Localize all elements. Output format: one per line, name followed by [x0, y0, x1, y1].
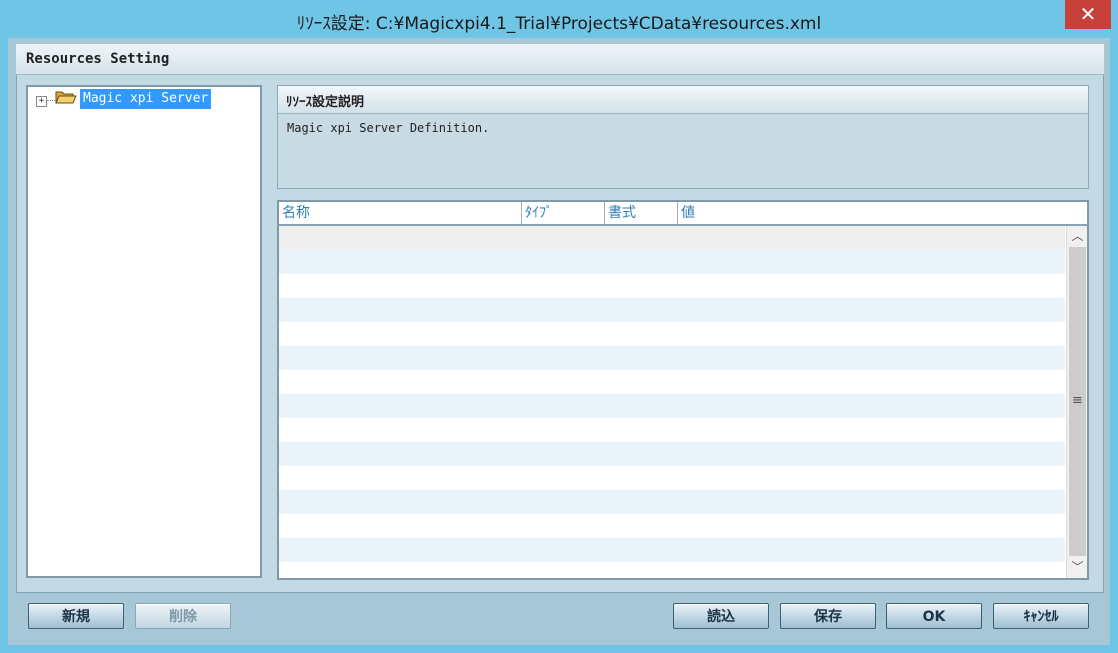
cancel-button[interactable]: ｷｬﾝｾﾙ [993, 603, 1089, 629]
section-title: Resources Setting [26, 51, 170, 67]
table-row[interactable] [279, 322, 1065, 346]
table-row[interactable] [279, 370, 1065, 394]
column-header-value[interactable]: 値 [678, 202, 1087, 224]
description-title: ﾘｿｰｽ設定説明 [286, 95, 365, 110]
scroll-thumb[interactable]: ≡ [1069, 247, 1086, 556]
tree-expand-toggle[interactable]: + [36, 96, 47, 107]
description-header: ﾘｿｰｽ設定説明 [278, 86, 1088, 114]
scroll-down-icon[interactable]: ﹀ [1067, 557, 1087, 578]
title-bar[interactable]: ﾘｿｰｽ設定: C:¥Magicxpi4.1_Trial¥Projects¥CD… [0, 0, 1118, 38]
table-row[interactable] [279, 442, 1065, 466]
load-button[interactable]: 読込 [673, 603, 769, 629]
tree-item-magic-xpi-server[interactable]: Magic xpi Server [80, 89, 212, 109]
save-button[interactable]: 保存 [780, 603, 876, 629]
table-row[interactable] [279, 490, 1065, 514]
properties-grid[interactable]: 名称 ﾀｲﾌﾟ 書式 値 ︿ ≡ ﹀ [277, 200, 1089, 580]
column-header-name[interactable]: 名称 [279, 202, 522, 224]
resource-tree[interactable]: + Magic xpi Server [26, 85, 262, 578]
section-header: Resources Setting [16, 44, 1104, 75]
tree-connector-line [47, 100, 55, 101]
column-header-type[interactable]: ﾀｲﾌﾟ [522, 202, 605, 224]
table-row[interactable] [279, 562, 1065, 578]
table-row[interactable] [279, 346, 1065, 370]
new-button[interactable]: 新規 [28, 603, 124, 629]
grid-rows [279, 226, 1065, 578]
table-row[interactable] [279, 226, 1065, 250]
close-button[interactable]: ✕ [1065, 0, 1111, 29]
description-text: Magic xpi Server Definition. [287, 121, 490, 135]
table-row[interactable] [279, 418, 1065, 442]
table-row[interactable] [279, 394, 1065, 418]
open-folder-icon [55, 91, 77, 104]
description-panel: ﾘｿｰｽ設定説明 Magic xpi Server Definition. [277, 85, 1089, 189]
scroll-up-icon[interactable]: ︿ [1067, 226, 1087, 247]
delete-button[interactable]: 削除 [135, 603, 231, 629]
window-title: ﾘｿｰｽ設定: C:¥Magicxpi4.1_Trial¥Projects¥CD… [296, 14, 822, 34]
table-row[interactable] [279, 514, 1065, 538]
column-header-format[interactable]: 書式 [605, 202, 678, 224]
table-row[interactable] [279, 466, 1065, 490]
vertical-scrollbar[interactable]: ︿ ≡ ﹀ [1066, 226, 1087, 578]
table-row[interactable] [279, 250, 1065, 274]
grid-header: 名称 ﾀｲﾌﾟ 書式 値 [279, 202, 1087, 226]
table-row[interactable] [279, 298, 1065, 322]
grip-icon: ≡ [1072, 393, 1083, 408]
table-row[interactable] [279, 538, 1065, 562]
ok-button[interactable]: OK [886, 603, 982, 629]
table-row[interactable] [279, 274, 1065, 298]
